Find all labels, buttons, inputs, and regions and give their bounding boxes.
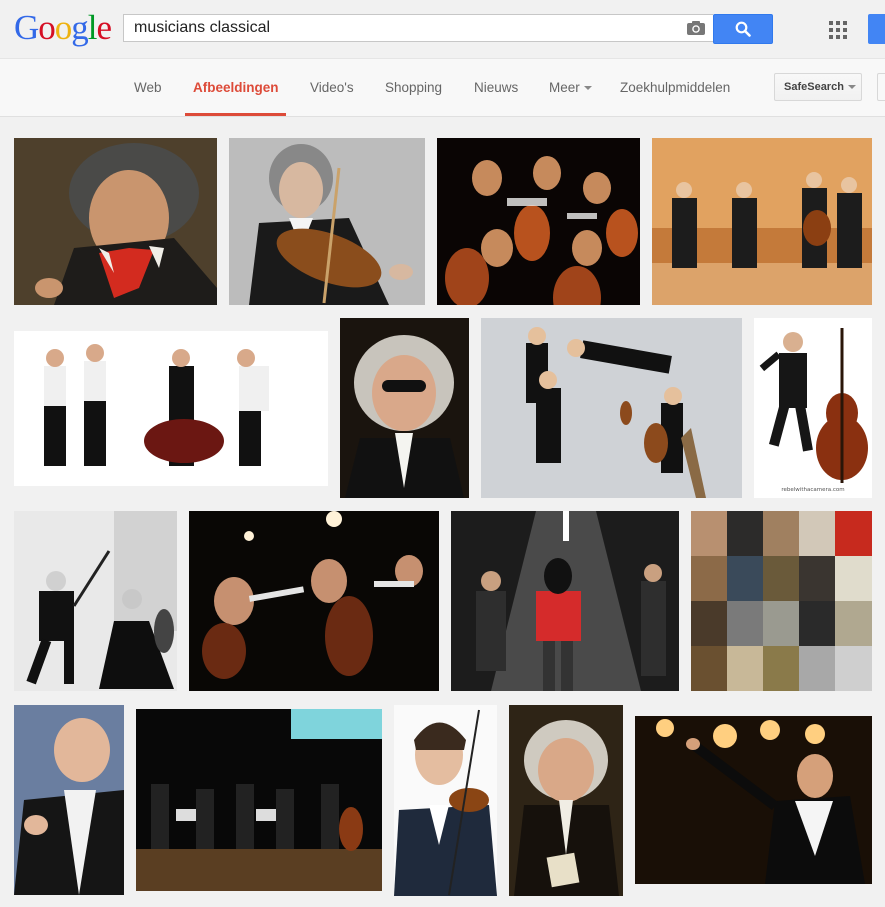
settings-button[interactable] xyxy=(877,73,885,101)
image-result[interactable] xyxy=(691,511,872,691)
header: Google xyxy=(0,0,885,59)
tab-more[interactable]: Meer xyxy=(549,80,592,95)
logo-letter: G xyxy=(14,8,39,47)
safesearch-label: SafeSearch xyxy=(784,81,844,93)
image-result[interactable] xyxy=(635,716,872,884)
image-result[interactable] xyxy=(451,511,679,691)
image-result[interactable] xyxy=(652,138,872,305)
image-result[interactable] xyxy=(14,511,177,691)
image-result[interactable] xyxy=(394,705,497,896)
chevron-down-icon xyxy=(847,85,856,90)
logo-letter: o xyxy=(54,8,72,47)
search-box[interactable] xyxy=(123,14,713,42)
logo-letter: e xyxy=(96,8,113,47)
search-button[interactable] xyxy=(713,14,773,44)
camera-icon[interactable] xyxy=(687,21,705,35)
tab-videos[interactable]: Video's xyxy=(310,80,354,95)
tab-search-tools[interactable]: Zoekhulpmiddelen xyxy=(620,80,730,95)
tab-shopping[interactable]: Shopping xyxy=(385,80,442,95)
image-result[interactable] xyxy=(229,138,425,305)
tab-more-label: Meer xyxy=(549,80,580,95)
search-input[interactable] xyxy=(124,15,694,41)
logo-letter: o xyxy=(38,8,55,47)
image-result[interactable] xyxy=(481,318,742,498)
image-result[interactable]: rebelwithacamera.com xyxy=(754,318,872,498)
safesearch-button[interactable]: SafeSearch xyxy=(774,73,862,101)
image-result[interactable] xyxy=(509,705,623,896)
image-caption: rebelwithacamera.com xyxy=(781,487,844,493)
image-result[interactable] xyxy=(437,138,640,305)
image-result[interactable] xyxy=(340,318,469,498)
tab-bar: Web Afbeeldingen Video's Shopping Nieuws… xyxy=(0,59,885,117)
active-tab-indicator xyxy=(185,113,286,116)
tab-images[interactable]: Afbeeldingen xyxy=(193,80,279,95)
sign-in-button[interactable] xyxy=(868,14,885,44)
logo-letter: g xyxy=(71,8,88,47)
logo-letter: l xyxy=(87,8,98,47)
tab-news[interactable]: Nieuws xyxy=(474,80,518,95)
image-result[interactable] xyxy=(136,709,382,891)
image-result[interactable] xyxy=(14,705,124,895)
image-result[interactable] xyxy=(14,331,328,486)
search-icon xyxy=(735,21,751,37)
apps-grid-icon[interactable] xyxy=(829,21,847,39)
image-result[interactable] xyxy=(189,511,439,691)
tab-web[interactable]: Web xyxy=(134,80,162,95)
google-logo[interactable]: Google xyxy=(14,8,113,48)
chevron-down-icon xyxy=(583,86,592,91)
image-result[interactable] xyxy=(14,138,217,305)
